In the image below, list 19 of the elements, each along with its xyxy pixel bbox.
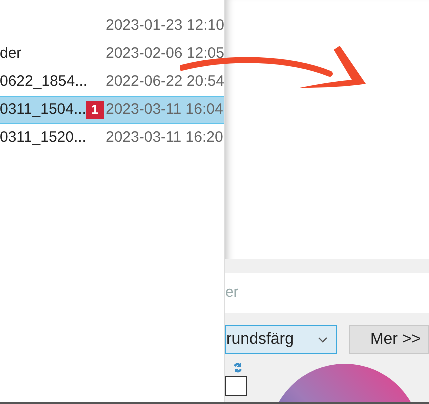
date-cell-text: 2023-03-11 16:04: [106, 100, 224, 120]
file-row[interactable]: 0622_1854... 2022-06-22 20:54: [0, 68, 224, 96]
date-cell-text: 2022-06-22 20:54: [106, 72, 224, 92]
file-row[interactable]: 0311_1520... 2023-03-11 16:20: [0, 124, 224, 152]
file-name: der: [0, 44, 22, 64]
file-row[interactable]: 2023-01-23 12:10: [0, 12, 224, 40]
file-name: 0311_1520...: [0, 128, 86, 148]
swap-icon[interactable]: [232, 362, 244, 374]
date-cell-text: 2023-03-11 16:20: [106, 128, 224, 148]
dropdown[interactable]: rundsfärg: [225, 325, 338, 354]
file-row[interactable]: der 2023-02-06 12:05: [0, 40, 224, 68]
file-name: 0311_1504...: [0, 100, 86, 120]
file-row[interactable]: 0311_1504... 1 2023-03-11 16:04: [0, 96, 224, 124]
chevron-down-icon: [318, 336, 328, 342]
date-cell-text: 2023-02-06 12:05: [106, 44, 224, 64]
number-badge: 1: [86, 101, 104, 119]
more-button[interactable]: Mer >>: [349, 325, 429, 354]
file-name: 0622_1854...: [0, 72, 88, 92]
date-cell-text: 2023-01-23 12:10: [106, 16, 224, 36]
